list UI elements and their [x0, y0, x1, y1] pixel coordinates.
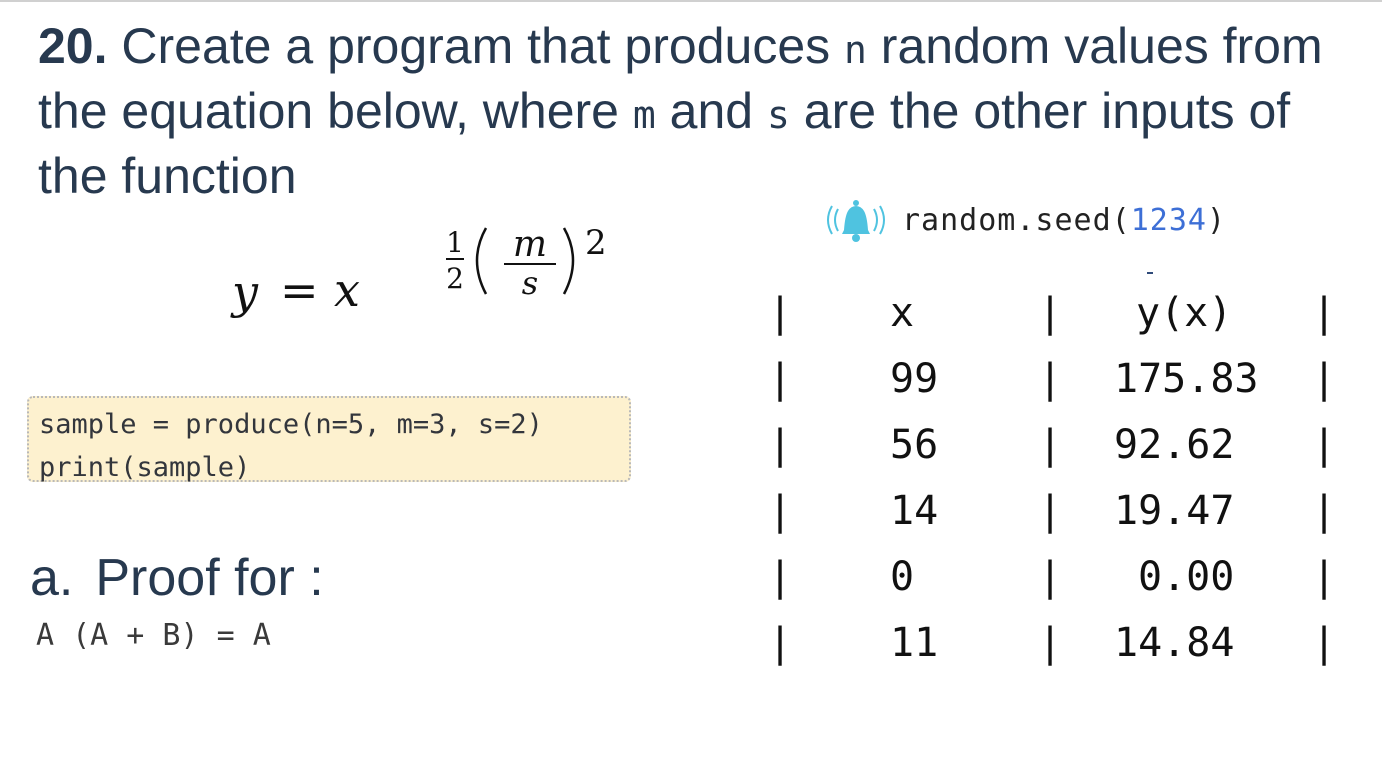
cell-y: 14.84: [1114, 620, 1235, 666]
table-separator: |: [1038, 422, 1063, 468]
cell-x: 0: [890, 554, 915, 600]
table-separator: |: [1312, 620, 1337, 666]
cell-x: 11: [890, 620, 939, 666]
exponent-frac-den: 2: [446, 262, 464, 295]
question-part-1: Create a program that produces: [107, 18, 845, 74]
seed-row: random.seed(1234): [818, 196, 1226, 244]
cell-y: 0.00: [1138, 554, 1235, 600]
cell-y: 175.83: [1114, 356, 1259, 402]
outer-exponent: 2: [585, 223, 607, 263]
cell-x: 99: [890, 356, 939, 402]
table-separator: |: [1038, 290, 1063, 336]
proof-heading: a. Proof for :: [30, 548, 324, 608]
bell-ringing-icon[interactable]: [818, 196, 894, 244]
seed-code: random.seed(1234): [902, 203, 1226, 238]
code-line-2: print(sample): [39, 452, 251, 483]
code-snippet: sample = produce(n=5, m=3, s=2) print(sa…: [27, 396, 631, 483]
table-separator: |: [768, 290, 793, 336]
table-separator: |: [768, 554, 793, 600]
header-yx: y(x): [1136, 290, 1233, 336]
table-separator: |: [768, 422, 793, 468]
cell-x: 14: [890, 488, 939, 534]
table-row: | 11 | 14.84 |: [760, 620, 1360, 686]
cell-x: 56: [890, 422, 939, 468]
table-separator: |: [1312, 290, 1337, 336]
seed-value: 1234: [1130, 202, 1207, 238]
table-separator: |: [768, 620, 793, 666]
question-text: 20. Create a program that produces n ran…: [38, 16, 1358, 207]
variable-s: s: [766, 93, 790, 137]
cell-y: 19.47: [1114, 488, 1235, 534]
left-paren: [475, 227, 488, 295]
table-row: | 99 | 175.83 |: [760, 356, 1360, 422]
table-separator: |: [768, 356, 793, 402]
table-separator: |: [1038, 620, 1063, 666]
seed-suffix: ): [1207, 202, 1227, 238]
inner-den: s: [522, 264, 538, 302]
equation: y = x 1 2 m s 2: [230, 223, 607, 319]
seed-prefix: random.seed(: [902, 202, 1131, 238]
code-line-1: sample = produce(n=5, m=3, s=2): [39, 409, 543, 440]
table-separator: |: [1312, 356, 1337, 402]
table-header-row: | x | y(x) |: [760, 290, 1360, 356]
equation-base: x: [334, 263, 360, 317]
exponent-frac-num: 1: [446, 226, 464, 259]
table-separator: |: [1038, 488, 1063, 534]
cell-y: 92.62: [1114, 422, 1235, 468]
table-separator: |: [1312, 554, 1337, 600]
header-x: x: [890, 290, 915, 336]
output-table: | x | y(x) | | 99 | 175.83 | | 56 | 92.6…: [760, 290, 1360, 690]
proof-title: Proof for :: [95, 549, 324, 607]
table-row: | 56 | 92.62 |: [760, 422, 1360, 488]
decorative-dash: [1147, 272, 1153, 274]
table-row: | 0 | 0.00 |: [760, 554, 1360, 620]
top-divider: [0, 0, 1382, 2]
variable-n: n: [844, 28, 867, 72]
question-number: 20.: [38, 18, 108, 74]
question-part-3: and: [655, 83, 767, 139]
table-separator: |: [1312, 422, 1337, 468]
equation-lhs: y: [230, 265, 259, 319]
variable-m: m: [632, 93, 656, 137]
table-separator: |: [768, 488, 793, 534]
proof-expression: A (A + B) = A: [36, 618, 271, 653]
table-separator: |: [1038, 356, 1063, 402]
right-paren: [562, 227, 575, 295]
proof-letter: a.: [30, 549, 74, 607]
table-separator: |: [1038, 554, 1063, 600]
table-row: | 14 | 19.47 |: [760, 488, 1360, 554]
inner-num: m: [513, 224, 547, 265]
table-separator: |: [1312, 488, 1337, 534]
equation-equals: =: [280, 263, 319, 317]
